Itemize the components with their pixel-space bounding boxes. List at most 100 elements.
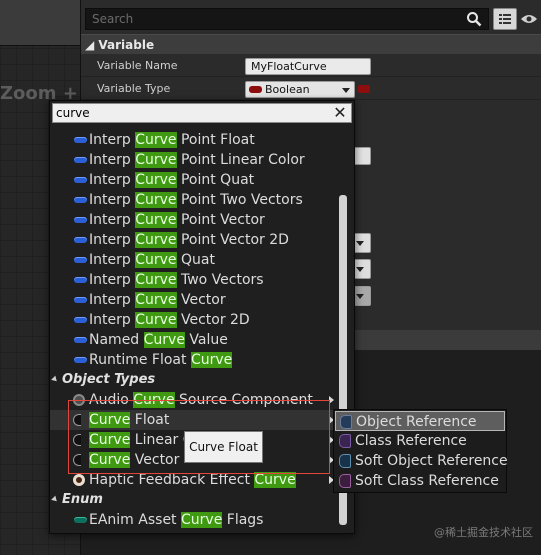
label-prefix: Interp	[89, 212, 136, 228]
label-prefix: Interp	[89, 172, 136, 188]
submenu-item[interactable]: Soft Class Reference	[335, 471, 505, 491]
label-prefix: Interp	[89, 292, 136, 308]
search-match-highlight: Curve	[133, 392, 175, 408]
search-match-highlight: Curve	[135, 192, 177, 208]
ring-icon	[73, 474, 85, 486]
search-match-highlight: Curve	[135, 132, 177, 148]
object-icon	[73, 434, 81, 446]
type-item-label: Interp Curve Point Vector 2D	[89, 230, 289, 250]
teal-pin-icon	[74, 517, 87, 523]
type-item-label: Interp Curve Quat	[89, 250, 215, 270]
type-item[interactable]: Interp Curve Point Two Vectors	[50, 190, 336, 210]
search-match-highlight: Curve	[89, 452, 131, 468]
submenu-item-label: Soft Object Reference	[355, 453, 508, 469]
type-item[interactable]: Interp Curve Point Float	[50, 130, 336, 150]
graph-toolbar	[0, 0, 80, 46]
container-type-button[interactable]	[358, 85, 370, 93]
search-match-highlight: Curve	[135, 172, 177, 188]
label-suffix: Flags	[222, 512, 264, 528]
blue-pin-icon	[74, 317, 87, 323]
blue-pin-icon	[74, 257, 87, 263]
category-label: Object Types	[62, 372, 156, 387]
type-item[interactable]: Interp Curve Point Quat	[50, 170, 336, 190]
type-item[interactable]: Interp Curve Vector 2D	[50, 310, 336, 330]
blue-pin-icon	[74, 277, 87, 283]
type-item[interactable]: Interp Curve Quat	[50, 250, 336, 270]
type-item[interactable]: EAnim Asset Curve Flags	[50, 510, 336, 530]
type-item-label: Interp Curve Vector 2D	[89, 310, 250, 330]
details-search-row	[85, 8, 538, 30]
submenu-item-label: Class Reference	[355, 433, 467, 449]
expand-arrow-icon	[51, 375, 59, 384]
submenu-item-label: Soft Class Reference	[355, 473, 499, 489]
label-suffix: Point Vector	[176, 212, 265, 228]
type-search-box: ✕	[52, 103, 352, 123]
type-item[interactable]: Haptic Feedback Effect Curve	[50, 470, 336, 490]
component-icon	[73, 394, 85, 406]
view-options-button[interactable]	[493, 8, 517, 30]
type-item-label: Interp Curve Point Linear Color	[89, 150, 305, 170]
type-search-input[interactable]	[53, 104, 333, 122]
type-item-label: Interp Curve Point Two Vectors	[89, 190, 303, 210]
type-item[interactable]: Named Curve Value	[50, 330, 336, 350]
search-icon[interactable]	[463, 9, 485, 29]
reference-type-submenu: Object Reference Class Reference Soft Obje…	[333, 409, 508, 493]
label-prefix: Audio	[89, 392, 134, 408]
type-item[interactable]: Interp Curve Two Vectors	[50, 270, 336, 290]
search-match-highlight: Curve	[190, 352, 233, 368]
label-suffix: Float	[130, 412, 170, 428]
variable-name-input[interactable]	[245, 58, 371, 75]
clear-search-button[interactable]: ✕	[332, 105, 348, 121]
soft-object-reference-icon	[339, 454, 351, 468]
chevron-down-icon	[342, 88, 350, 93]
type-item-label: Interp Curve Point Quat	[89, 170, 254, 190]
eye-icon[interactable]	[519, 8, 539, 30]
label-prefix: Interp	[89, 232, 136, 248]
watermark: @稀土掘金技术社区	[434, 526, 533, 539]
variable-type-dropdown[interactable]: Boolean	[245, 81, 355, 98]
type-item-label: Haptic Feedback Effect Curve	[89, 470, 296, 490]
category-object-types[interactable]: Object Types	[50, 370, 336, 390]
type-item[interactable]: Interp Curve Point Linear Color	[50, 150, 336, 170]
label-suffix: Quat	[176, 252, 215, 268]
variable-type-value: Boolean	[265, 83, 310, 96]
label-suffix: Point Vector 2D	[176, 232, 289, 248]
details-search-input[interactable]	[85, 8, 489, 30]
label-prefix: Runtime Float	[89, 352, 191, 368]
type-item[interactable]: Interp Curve Point Vector 2D	[50, 230, 336, 250]
boolean-pin-icon	[249, 86, 262, 93]
type-item-label: Audio Curve Source Component	[89, 390, 313, 410]
category-enum[interactable]: Enum	[50, 490, 336, 510]
submenu-item[interactable]: Soft Object Reference	[335, 451, 508, 471]
submenu-item[interactable]: Class Reference	[335, 431, 505, 451]
label-suffix: Two Vectors	[176, 272, 264, 288]
object-reference-icon	[340, 415, 352, 429]
label-prefix: Haptic Feedback Effect	[89, 472, 255, 488]
label-suffix: Value	[184, 332, 228, 348]
type-item[interactable]: Interp Curve Vector	[50, 290, 336, 310]
type-item-label: Curve Float	[89, 410, 169, 430]
label-prefix: EAnim Asset	[89, 512, 181, 528]
type-item[interactable]: Audio Curve Source Component	[50, 390, 336, 410]
label-suffix: Source Component	[174, 392, 313, 408]
type-item-label: Interp Curve Point Float	[89, 130, 255, 150]
label-suffix: Point Linear Color	[176, 152, 305, 168]
label-suffix: Vector	[130, 452, 180, 468]
label-suffix: Point Float	[176, 132, 255, 148]
label-prefix: Interp	[89, 272, 136, 288]
search-match-highlight: Curve	[254, 472, 296, 488]
variable-section-header[interactable]: ◢ Variable	[81, 34, 541, 54]
label-prefix: Interp	[89, 152, 136, 168]
type-item[interactable]: Curve Float	[50, 410, 336, 430]
type-item-label: EAnim Asset Curve Flags	[89, 510, 263, 530]
blue-pin-icon	[74, 217, 87, 223]
search-match-highlight: Curve	[135, 212, 177, 228]
type-item-label: Interp Curve Vector	[89, 290, 226, 310]
label-suffix: Vector	[176, 292, 226, 308]
submenu-item[interactable]: Object Reference	[335, 411, 505, 431]
type-item[interactable]: Interp Curve Point Vector	[50, 210, 336, 230]
type-picker-menu: ✕ Interp Curve Point FloatInterp Curve P…	[49, 100, 355, 534]
blue-pin-icon	[74, 197, 87, 203]
search-match-highlight: Curve	[89, 432, 131, 448]
type-item[interactable]: Runtime Float Curve	[50, 350, 336, 370]
